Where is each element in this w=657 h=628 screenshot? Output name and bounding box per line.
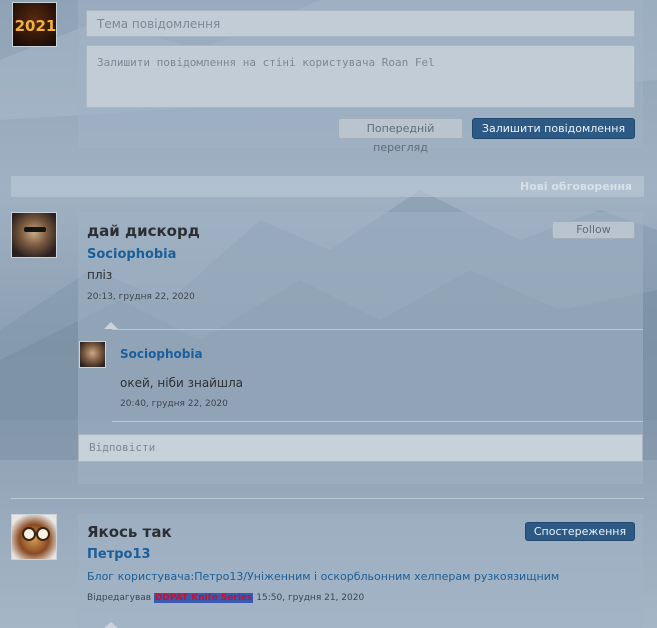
thread-divider — [11, 498, 644, 499]
subject-input[interactable]: Тема повідомлення — [86, 10, 635, 37]
avatar-new-year-text: 2021 — [14, 17, 57, 35]
follow-button[interactable]: Follow — [552, 221, 635, 239]
thread2-timestamp[interactable]: 15:50, грудня 21, 2020 — [256, 593, 364, 603]
current-user-avatar[interactable]: 2021 — [12, 2, 57, 47]
edited-by-prefix: Відредагував — [87, 593, 152, 603]
reply-placeholder: Відповісти — [89, 441, 156, 454]
preview-button-label: Попередній перегляд — [366, 122, 435, 154]
submit-button-label: Залишити повідомлення — [481, 122, 626, 135]
watching-button[interactable]: Спостереження — [525, 522, 635, 541]
submit-message-button[interactable]: Залишити повідомлення — [472, 118, 635, 139]
reply-author-avatar[interactable] — [79, 341, 106, 368]
message-textarea[interactable]: Залишити повідомлення на стіні користува… — [86, 45, 635, 108]
thread2-edit-meta: Відредагував DDPAT Knife Series 15:50, г… — [87, 593, 364, 603]
avatar-glasses-icon — [24, 227, 46, 232]
subject-placeholder: Тема повідомлення — [97, 17, 221, 31]
reply-timestamp[interactable]: 20:40, грудня 22, 2020 — [120, 399, 228, 409]
watching-button-label: Спостереження — [533, 525, 627, 538]
reply-author-link[interactable]: Sociophobia — [120, 347, 203, 361]
follow-button-label: Follow — [576, 223, 611, 236]
editor-link[interactable]: DDPAT Knife Series — [153, 593, 254, 603]
owl-eye-left-icon — [22, 527, 36, 541]
thread-timestamp[interactable]: 20:13, грудня 22, 2020 — [87, 292, 195, 302]
thread2-author-avatar[interactable] — [11, 514, 57, 560]
preview-button[interactable]: Попередній перегляд — [338, 118, 463, 154]
thread-author-link[interactable]: Sociophobia — [87, 247, 176, 262]
owl-eye-right-icon — [36, 527, 50, 541]
reply-input-divider — [112, 421, 643, 422]
thread-author-avatar[interactable] — [11, 212, 57, 258]
thread2-reply-pointer-icon — [104, 622, 118, 628]
thread2-blog-link[interactable]: Блог користувача:Петро13/Уніженним і оск… — [87, 570, 559, 583]
thread-message-text: пліз — [87, 268, 113, 282]
message-placeholder: Залишити повідомлення на стіні користува… — [97, 56, 435, 69]
thread2-title[interactable]: Якось так — [87, 523, 172, 541]
thread-title[interactable]: дай дискорд — [87, 222, 200, 240]
section-title: Нові обговорення — [520, 180, 632, 193]
reply-divider — [112, 329, 643, 330]
reply-input[interactable]: Відповісти — [78, 434, 643, 462]
thread2-author-link[interactable]: Петро13 — [87, 547, 151, 562]
section-header: Нові обговорення — [11, 176, 644, 197]
reply-pointer-icon — [104, 322, 118, 329]
reply-message-text: окей, ніби знайшла — [120, 376, 243, 390]
